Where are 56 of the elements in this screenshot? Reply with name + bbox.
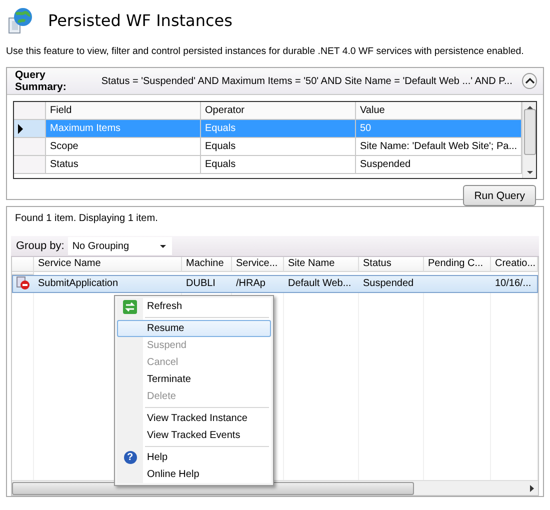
collapse-button[interactable] bbox=[522, 73, 537, 89]
row-header[interactable] bbox=[14, 120, 46, 138]
run-query-button[interactable]: Run Query bbox=[463, 185, 536, 206]
row-pointer-icon bbox=[18, 124, 24, 134]
page-title: Persisted WF Instances bbox=[48, 10, 232, 30]
table-cell: Equals bbox=[201, 138, 356, 156]
column-header[interactable]: Machine bbox=[182, 257, 232, 272]
table-cell: Equals bbox=[201, 156, 356, 174]
table-cell: 50 bbox=[356, 120, 522, 138]
column-header[interactable]: Pending C... bbox=[424, 257, 491, 272]
menu-item[interactable]: ? Help bbox=[117, 449, 271, 466]
table-cell: Site Name: 'Default Web Site'; Pa... bbox=[356, 138, 522, 156]
table-cell: Suspended bbox=[356, 156, 522, 174]
menu-item[interactable]: Online Help bbox=[117, 466, 271, 483]
column-header[interactable]: Creatio... bbox=[491, 257, 538, 272]
menu-item[interactable]: Refresh bbox=[117, 298, 271, 315]
menu-item[interactable]: View Tracked Instance bbox=[117, 410, 271, 427]
table-cell-text: SubmitApplication bbox=[37, 276, 120, 290]
column-header[interactable]: Operator bbox=[201, 102, 356, 120]
table-cell-text: /HRAp bbox=[235, 276, 266, 290]
query-summary-text: Status = 'Suspended' AND Maximum Items = '50' AND Site Name = 'Default Web ...' AND P... bbox=[101, 76, 512, 86]
table-cell: Status bbox=[46, 156, 201, 174]
table-cell-text: Default Web... bbox=[287, 276, 352, 290]
table-cell-text: Suspended bbox=[362, 276, 415, 290]
menu-item[interactable]: Resume bbox=[117, 320, 271, 337]
refresh-icon bbox=[123, 300, 137, 314]
group-by-dropdown[interactable]: No Grouping bbox=[68, 237, 172, 255]
table-cell-text: 10/16/... bbox=[494, 276, 532, 290]
chevron-icon bbox=[524, 77, 535, 85]
scrollbar[interactable] bbox=[522, 102, 536, 178]
table-cell: Equals bbox=[201, 120, 356, 138]
header-corner bbox=[14, 102, 46, 120]
table-cell: Maximum Items bbox=[46, 120, 201, 138]
menu-item[interactable]: Terminate bbox=[117, 371, 271, 388]
up-arrow-icon bbox=[526, 105, 532, 110]
suspended-instance-icon bbox=[16, 276, 30, 290]
group-by-label: Group by: bbox=[16, 240, 64, 252]
header-corner bbox=[12, 257, 34, 272]
column-header[interactable]: Service... bbox=[232, 257, 284, 272]
result-row[interactable]: SubmitApplication DUBLI /HRAp Default Web... Suspended 10/16/... bbox=[12, 275, 538, 293]
query-summary-label: Query Summary: bbox=[15, 69, 68, 93]
right-arrow-icon bbox=[530, 484, 534, 492]
table-cell: Scope bbox=[46, 138, 201, 156]
globe-document-icon bbox=[6, 6, 34, 34]
help-icon: ? bbox=[124, 451, 136, 464]
column-header[interactable]: Field bbox=[46, 102, 201, 120]
menu-item[interactable]: View Tracked Events bbox=[117, 427, 271, 444]
page-description: Use this feature to view, filter and control persisted instances for durable .NET 4.0 WF services with persistence enabled. bbox=[6, 46, 524, 58]
dropdown-caret-icon bbox=[160, 244, 166, 248]
results-status-text: Found 1 item. Displaying 1 item. bbox=[14, 212, 159, 226]
table-cell-text: DUBLI bbox=[185, 276, 216, 290]
down-arrow-icon bbox=[526, 170, 532, 175]
column-header[interactable]: Status bbox=[359, 257, 424, 272]
column-header[interactable]: Site Name bbox=[284, 257, 359, 272]
column-header[interactable]: Service Name bbox=[34, 257, 182, 272]
column-header[interactable]: Value bbox=[356, 102, 522, 120]
